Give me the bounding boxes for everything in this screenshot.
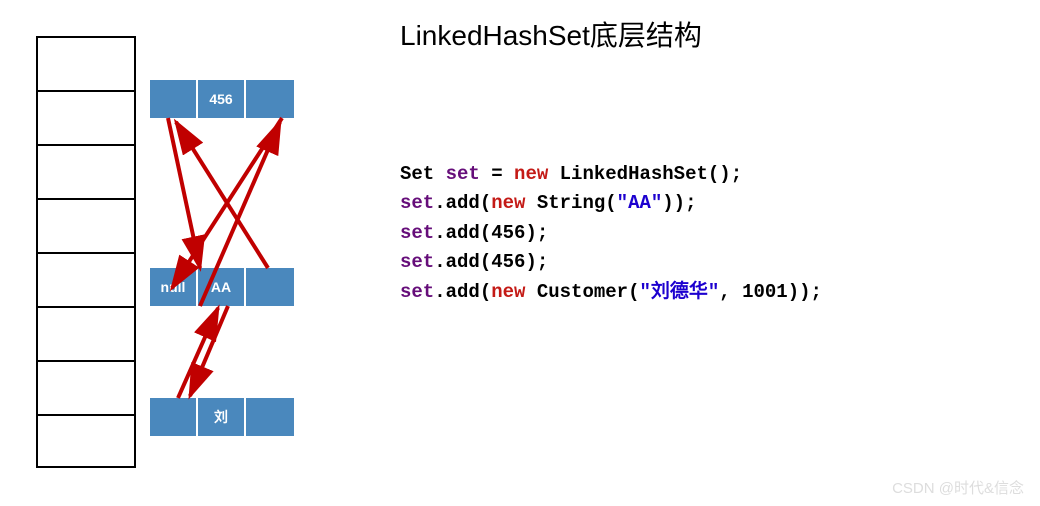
hash-array bbox=[36, 36, 136, 468]
t: "刘德华" bbox=[639, 281, 719, 303]
diagram-title: LinkedHashSet底层结构 bbox=[400, 14, 702, 54]
code-block: Set set = new LinkedHashSet(); set.add(n… bbox=[400, 160, 822, 307]
t: set bbox=[400, 251, 434, 273]
array-cell bbox=[36, 36, 136, 90]
array-cell bbox=[36, 306, 136, 360]
t: 456 bbox=[491, 251, 525, 273]
t: LinkedHashSet bbox=[560, 163, 708, 185]
t: , bbox=[719, 281, 742, 303]
code-line: set.add(456); bbox=[400, 219, 822, 248]
t: 1001 bbox=[742, 281, 788, 303]
node-prev bbox=[150, 80, 198, 118]
node-next bbox=[246, 80, 294, 118]
t: set bbox=[400, 222, 434, 244]
t: Customer bbox=[537, 281, 628, 303]
t: (); bbox=[708, 163, 742, 185]
t: = bbox=[480, 163, 514, 185]
node-liu: 刘 bbox=[150, 398, 294, 436]
t: ( bbox=[605, 192, 616, 214]
code-line: Set set = new LinkedHashSet(); bbox=[400, 160, 822, 189]
t: )); bbox=[662, 192, 696, 214]
t: new bbox=[514, 163, 560, 185]
t: .add( bbox=[434, 281, 491, 303]
node-prev bbox=[150, 398, 198, 436]
array-cell bbox=[36, 144, 136, 198]
t: set bbox=[400, 281, 434, 303]
node-next bbox=[246, 398, 294, 436]
t: .add( bbox=[434, 251, 491, 273]
node-next bbox=[246, 268, 294, 306]
t: set bbox=[400, 192, 434, 214]
code-line: set.add(new String("AA")); bbox=[400, 189, 822, 218]
node-value: 456 bbox=[198, 80, 246, 118]
t: .add( bbox=[434, 222, 491, 244]
watermark: CSDN @时代&信念 bbox=[892, 477, 1024, 498]
node-prev: null bbox=[150, 268, 198, 306]
code-line: set.add(new Customer("刘德华", 1001)); bbox=[400, 278, 822, 307]
t: ); bbox=[525, 222, 548, 244]
array-cell bbox=[36, 252, 136, 306]
t: "AA" bbox=[617, 192, 663, 214]
node-value: 刘 bbox=[198, 398, 246, 436]
t: ( bbox=[628, 281, 639, 303]
array-cell bbox=[36, 198, 136, 252]
t: String bbox=[537, 192, 605, 214]
t: )); bbox=[788, 281, 822, 303]
node-456: 456 bbox=[150, 80, 294, 118]
code-line: set.add(456); bbox=[400, 248, 822, 277]
t: new bbox=[491, 192, 537, 214]
t: .add( bbox=[434, 192, 491, 214]
array-cell bbox=[36, 90, 136, 144]
array-cell bbox=[36, 360, 136, 414]
t: Set bbox=[400, 163, 446, 185]
node-value: AA bbox=[198, 268, 246, 306]
t: new bbox=[491, 281, 537, 303]
t: set bbox=[446, 163, 480, 185]
node-aa: null AA bbox=[150, 268, 294, 306]
array-cell bbox=[36, 414, 136, 468]
t: 456 bbox=[491, 222, 525, 244]
t: ); bbox=[525, 251, 548, 273]
